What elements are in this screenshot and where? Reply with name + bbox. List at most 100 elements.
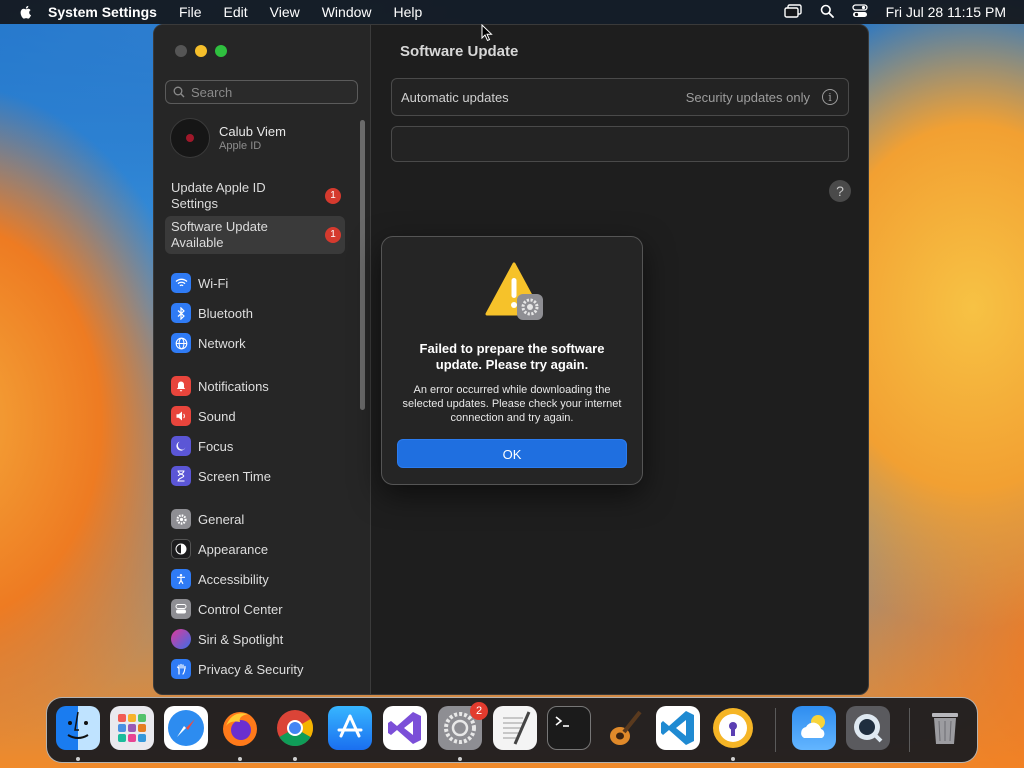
- info-icon[interactable]: i: [822, 89, 838, 105]
- menubar-datetime[interactable]: Fri Jul 28 11:15 PM: [886, 4, 1006, 20]
- safari-icon[interactable]: [164, 706, 208, 750]
- sidebar-item-appearance[interactable]: Appearance: [171, 538, 268, 560]
- sidebar-item-privacy-security[interactable]: Privacy & Security: [171, 658, 303, 680]
- running-indicator: [731, 757, 735, 761]
- close-button[interactable]: [175, 45, 187, 57]
- page-title: Software Update: [400, 43, 519, 60]
- automatic-updates-row[interactable]: Automatic updates Security updates only …: [391, 78, 849, 116]
- app-name-menu[interactable]: System Settings: [48, 0, 157, 24]
- sidebar-item-label: Bluetooth: [198, 305, 253, 321]
- weather-icon[interactable]: [792, 706, 836, 750]
- dock: 2: [46, 697, 978, 763]
- error-dialog: Failed to prepare the software update. P…: [381, 236, 643, 485]
- sidebar-item-software-update-available[interactable]: Software Update Available 1: [165, 216, 345, 254]
- menu-help[interactable]: Help: [394, 0, 423, 24]
- sidebar-item-bluetooth[interactable]: Bluetooth: [171, 302, 253, 324]
- sidebar-item-notifications[interactable]: Notifications: [171, 375, 269, 397]
- menu-view[interactable]: View: [270, 0, 300, 24]
- zoom-button[interactable]: [215, 45, 227, 57]
- launchpad-icon[interactable]: [110, 706, 154, 750]
- visual-studio-icon[interactable]: [383, 706, 427, 750]
- sidebar-item-screen-time[interactable]: Screen Time: [171, 465, 271, 487]
- sidebar-item-label: Sound: [198, 408, 236, 424]
- alert-label-line1: Update Apple ID: [171, 180, 266, 195]
- hand-icon: [171, 659, 191, 679]
- control-center-icon: [171, 599, 191, 619]
- sidebar: Search Calub Viem Apple ID Update Apple …: [154, 25, 371, 694]
- wifi-icon: [171, 273, 191, 293]
- help-button[interactable]: ?: [829, 180, 851, 202]
- terminal-icon[interactable]: [547, 706, 591, 750]
- moon-icon: [171, 436, 191, 456]
- app-store-icon[interactable]: [328, 706, 372, 750]
- running-indicator: [458, 757, 462, 761]
- menu-bar: System Settings File Edit View Window He…: [0, 0, 1024, 24]
- accessibility-icon: [171, 569, 191, 589]
- sidebar-item-label: Notifications: [198, 378, 269, 394]
- warning-icon: [485, 262, 543, 320]
- sidebar-item-label: Siri & Spotlight: [198, 631, 284, 647]
- update-status-box: [391, 126, 849, 162]
- apple-id-profile[interactable]: Calub Viem Apple ID: [170, 118, 286, 158]
- notification-badge: 2: [470, 702, 488, 720]
- dialog-message: An error occurred while downloading the …: [402, 384, 622, 424]
- automatic-updates-value: Security updates only: [685, 89, 810, 105]
- sidebar-item-update-apple-id[interactable]: Update Apple ID Settings 1: [165, 177, 345, 215]
- hourglass-icon: [171, 466, 191, 486]
- sidebar-item-label: Accessibility: [198, 571, 269, 587]
- screen-mirroring-icon[interactable]: [783, 3, 802, 21]
- sidebar-item-siri-spotlight[interactable]: Siri & Spotlight: [171, 628, 283, 650]
- alert-label-line1: Software Update: [171, 219, 268, 234]
- sidebar-item-label: Wi-Fi: [198, 275, 229, 291]
- automatic-updates-label: Automatic updates: [401, 89, 509, 105]
- menu-window[interactable]: Window: [322, 0, 372, 24]
- alert-label-line2: Settings: [171, 196, 218, 211]
- alert-label-line2: Available: [171, 235, 224, 250]
- speaker-icon: [171, 406, 191, 426]
- profile-subtitle: Apple ID: [219, 140, 262, 152]
- finder-icon[interactable]: [56, 706, 100, 750]
- textedit-icon[interactable]: [493, 706, 537, 750]
- running-indicator: [76, 757, 80, 761]
- minimize-button[interactable]: [195, 45, 207, 57]
- avatar: [170, 118, 210, 158]
- sidebar-item-network[interactable]: Network: [171, 332, 246, 354]
- firefox-icon[interactable]: [218, 706, 262, 750]
- chrome-icon[interactable]: [273, 706, 317, 750]
- quicktime-icon[interactable]: [846, 706, 890, 750]
- sidebar-item-accessibility[interactable]: Accessibility: [171, 568, 269, 590]
- sidebar-item-label: General: [198, 511, 245, 527]
- gear-icon: [171, 509, 191, 529]
- sidebar-scrollbar[interactable]: [360, 120, 365, 410]
- sidebar-item-label: Privacy & Security: [198, 661, 304, 677]
- sidebar-item-label: Appearance: [198, 541, 269, 557]
- mouse-pointer-icon: [481, 24, 493, 42]
- menu-file[interactable]: File: [179, 0, 202, 24]
- sidebar-item-wifi[interactable]: Wi-Fi: [171, 272, 228, 294]
- sidebar-item-control-center[interactable]: Control Center: [171, 598, 283, 620]
- control-center-icon[interactable]: [851, 3, 868, 21]
- sidebar-item-general[interactable]: General: [171, 508, 244, 530]
- bluetooth-icon: [171, 303, 191, 323]
- menu-edit[interactable]: Edit: [224, 0, 248, 24]
- globe-icon: [171, 333, 191, 353]
- spotlight-search-icon[interactable]: [820, 4, 834, 21]
- sidebar-item-label: Control Center: [198, 601, 283, 617]
- trash-icon[interactable]: [923, 706, 967, 750]
- keychain-icon[interactable]: [711, 706, 755, 750]
- garageband-icon[interactable]: [602, 706, 646, 750]
- vscode-icon[interactable]: [656, 706, 700, 750]
- dock-separator: [909, 708, 910, 752]
- apple-menu-icon[interactable]: [18, 4, 34, 20]
- sidebar-item-focus[interactable]: Focus: [171, 435, 233, 457]
- sidebar-item-sound[interactable]: Sound: [171, 405, 236, 427]
- window-controls: [175, 45, 227, 57]
- siri-icon: [171, 629, 191, 649]
- search-field[interactable]: Search: [165, 80, 358, 104]
- sidebar-item-label: Network: [198, 335, 246, 351]
- running-indicator: [238, 757, 242, 761]
- search-icon: [173, 86, 185, 98]
- sidebar-item-label: Screen Time: [198, 468, 271, 484]
- ok-button[interactable]: OK: [397, 439, 627, 468]
- sidebar-item-label: Focus: [198, 438, 234, 454]
